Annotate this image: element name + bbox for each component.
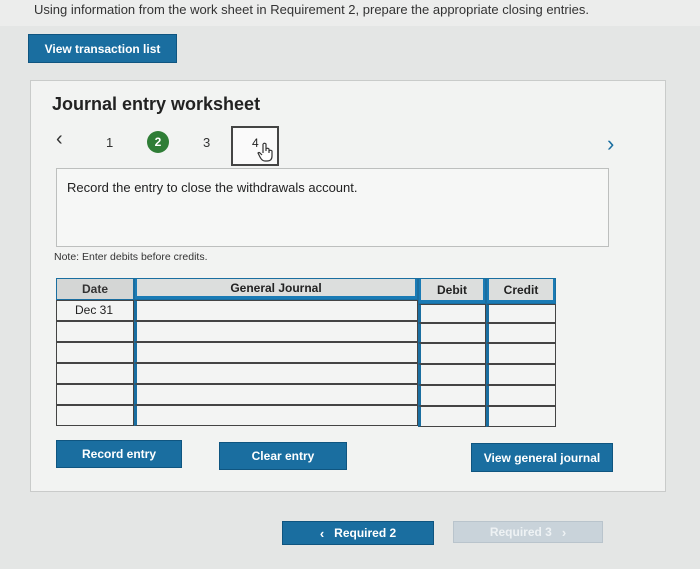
account-input-5[interactable] bbox=[134, 384, 418, 405]
debit-column-header: Debit bbox=[418, 278, 486, 304]
step-3[interactable]: 3 bbox=[203, 135, 210, 150]
chevron-left-icon: ‹ bbox=[319, 525, 325, 541]
debit-input-2[interactable] bbox=[418, 323, 486, 343]
date-column-header: Date bbox=[56, 278, 134, 300]
account-input-3[interactable] bbox=[134, 342, 418, 363]
credit-input-6[interactable] bbox=[486, 406, 556, 427]
credit-input-3[interactable] bbox=[486, 343, 556, 364]
view-general-journal-button[interactable]: View general journal bbox=[471, 443, 613, 472]
credit-input-1[interactable] bbox=[486, 304, 556, 323]
credit-input-4[interactable] bbox=[486, 364, 556, 385]
date-cell-5 bbox=[56, 384, 134, 405]
account-input-6[interactable] bbox=[134, 405, 418, 426]
instructions-text: Using information from the work sheet in… bbox=[0, 0, 700, 26]
prev-required-button[interactable]: ‹ Required 2 bbox=[282, 521, 434, 545]
date-cell-6 bbox=[56, 405, 134, 426]
prev-step-arrow-icon[interactable]: ‹ bbox=[56, 128, 63, 151]
debit-input-6[interactable] bbox=[418, 406, 486, 427]
date-cell-3 bbox=[56, 342, 134, 363]
account-input-1[interactable] bbox=[134, 300, 418, 321]
worksheet-title: Journal entry worksheet bbox=[52, 94, 261, 114]
chevron-right-icon: › bbox=[561, 524, 567, 540]
step-1[interactable]: 1 bbox=[106, 135, 113, 150]
date-value-1: Dec 31 bbox=[75, 303, 114, 317]
next-required-label: Required 3 bbox=[489, 525, 552, 539]
next-required-button[interactable]: Required 3 › bbox=[453, 521, 603, 543]
entry-prompt-text: Record the entry to close the withdrawal… bbox=[67, 180, 358, 195]
credit-input-2[interactable] bbox=[486, 323, 556, 343]
debit-credit-note: Note: Enter debits before credits. bbox=[54, 251, 208, 263]
date-cell-4 bbox=[56, 363, 134, 384]
next-step-arrow-icon[interactable]: › bbox=[607, 131, 614, 157]
account-input-2[interactable] bbox=[134, 321, 418, 342]
account-input-4[interactable] bbox=[134, 363, 418, 384]
step-2-active[interactable]: 2 bbox=[147, 131, 169, 153]
credit-header-label: Credit bbox=[489, 279, 553, 300]
prev-required-label: Required 2 bbox=[334, 526, 397, 540]
debit-header-label: Debit bbox=[421, 279, 483, 300]
general-journal-column-header: General Journal bbox=[134, 278, 418, 300]
credit-input-5[interactable] bbox=[486, 385, 556, 406]
debit-input-3[interactable] bbox=[418, 343, 486, 364]
hand-cursor-icon bbox=[257, 142, 273, 162]
debit-input-5[interactable] bbox=[418, 385, 486, 406]
clear-entry-button[interactable]: Clear entry bbox=[219, 442, 347, 470]
record-entry-button[interactable]: Record entry bbox=[56, 440, 182, 468]
debit-input-4[interactable] bbox=[418, 364, 486, 385]
step-4-current[interactable]: 4 bbox=[231, 126, 279, 166]
view-transaction-list-button[interactable]: View transaction list bbox=[28, 34, 177, 63]
general-journal-header-label: General Journal bbox=[137, 279, 415, 296]
date-cell-2 bbox=[56, 321, 134, 342]
debit-input-1[interactable] bbox=[418, 304, 486, 323]
entry-prompt: Record the entry to close the withdrawal… bbox=[56, 168, 609, 247]
credit-column-header: Credit bbox=[486, 278, 556, 304]
